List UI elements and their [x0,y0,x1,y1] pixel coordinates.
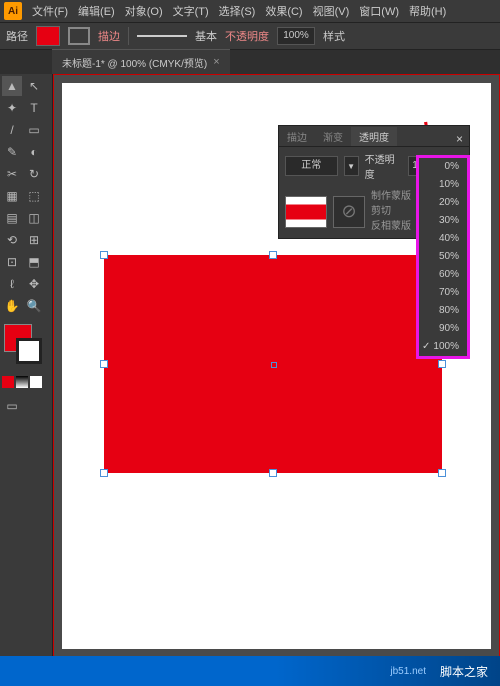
opacity-option[interactable]: 20% [419,194,467,212]
tool-2[interactable]: ✦ [2,98,22,118]
document-tabs: 未标题-1* @ 100% (CMYK/预览) × [0,50,500,74]
tab-gradient[interactable]: 渐变 [315,127,351,146]
opacity-field[interactable]: 100% [277,27,315,45]
handle-bl[interactable] [100,469,108,477]
footer-site: jb51.net [390,666,426,677]
tool-18[interactable]: ℓ [2,274,22,294]
document-tab[interactable]: 未标题-1* @ 100% (CMYK/预览) × [52,49,230,74]
panel-tabs: 描边 渐变 透明度 × [279,126,469,147]
panel-close-icon[interactable]: × [450,132,469,146]
handle-ml[interactable] [100,360,108,368]
fill-stroke-control[interactable] [2,324,46,368]
menu-file[interactable]: 文件(F) [28,1,72,21]
app-logo: Ai [4,2,22,20]
handle-tl[interactable] [100,251,108,259]
menu-bar: Ai 文件(F) 编辑(E) 对象(O) 文字(T) 选择(S) 效果(C) 视… [0,0,500,23]
opacity-option[interactable]: 100% [419,338,467,356]
opacity-option[interactable]: 50% [419,248,467,266]
stroke-color[interactable] [16,338,42,364]
handle-tc[interactable] [269,251,277,259]
no-mask-icon: ⊘ [333,196,365,228]
tool-17[interactable]: ⬒ [24,252,44,272]
make-mask-button[interactable]: 制作蒙版 [371,189,411,204]
stroke-preview[interactable] [137,35,187,37]
blend-dropdown-icon[interactable]: ▼ [344,156,359,176]
color-mode-row [2,376,46,388]
opacity-option[interactable]: 80% [419,302,467,320]
menu-edit[interactable]: 编辑(E) [74,1,119,21]
panel-opacity-label: 不透明度 [365,151,402,181]
tool-19[interactable]: ✥ [24,274,44,294]
tab-transparency[interactable]: 透明度 [351,127,397,146]
center-mark [271,362,277,368]
screen-mode-icon[interactable]: ▭ [2,396,22,416]
tab-stroke[interactable]: 描边 [279,127,315,146]
clip-checkbox[interactable]: 剪切 [371,204,411,219]
opacity-option[interactable]: 0% [419,158,467,176]
toolbox: ▲↖✦T/▭✎◐✂↻▦⬚▤◫⟲⊞⊡⬒ℓ✥✋🔍 ▭ [0,74,53,658]
handle-bc[interactable] [269,469,277,477]
fill-swatch[interactable] [36,26,60,46]
tool-3[interactable]: T [24,98,44,118]
invert-checkbox[interactable]: 反相蒙版 [371,219,411,234]
tool-10[interactable]: ▦ [2,186,22,206]
document-tab-label: 未标题-1* @ 100% (CMYK/预览) [62,55,207,70]
none-mode-icon[interactable] [30,376,42,388]
opacity-option[interactable]: 30% [419,212,467,230]
menu-effect[interactable]: 效果(C) [261,1,306,21]
tool-20[interactable]: ✋ [2,296,22,316]
opacity-option[interactable]: 70% [419,284,467,302]
tool-0[interactable]: ▲ [2,76,22,96]
handle-br[interactable] [438,469,446,477]
tool-5[interactable]: ▭ [24,120,44,140]
tool-16[interactable]: ⊡ [2,252,22,272]
menu-type[interactable]: 文字(T) [169,1,213,21]
tool-8[interactable]: ✂ [2,164,22,184]
stroke-label: 描边 [98,28,120,44]
selected-rectangle[interactable] [104,255,442,473]
gradient-mode-icon[interactable] [16,376,28,388]
style-label: 样式 [323,28,345,44]
tool-6[interactable]: ✎ [2,142,22,162]
stroke-swatch[interactable] [68,27,90,45]
handle-mr[interactable] [438,360,446,368]
menu-window[interactable]: 窗口(W) [355,1,403,21]
tool-11[interactable]: ⬚ [24,186,44,206]
opacity-label: 不透明度 [225,28,269,44]
menu-view[interactable]: 视图(V) [309,1,354,21]
tool-12[interactable]: ▤ [2,208,22,228]
tool-4[interactable]: / [2,120,22,140]
mask-options: 制作蒙版 剪切 反相蒙版 [371,189,411,234]
options-bar: 路径 描边 基本 不透明度 100% 样式 [0,23,500,50]
path-label: 路径 [6,28,28,44]
opacity-option[interactable]: 60% [419,266,467,284]
tool-9[interactable]: ↻ [24,164,44,184]
tool-13[interactable]: ◫ [24,208,44,228]
opacity-option[interactable]: 90% [419,320,467,338]
tab-close-icon[interactable]: × [213,56,219,68]
tool-21[interactable]: 🔍 [24,296,44,316]
tool-14[interactable]: ⟲ [2,230,22,250]
basic-label: 基本 [195,28,217,44]
tool-1[interactable]: ↖ [24,76,44,96]
blend-mode-select[interactable]: 正常 [285,156,338,176]
menu-select[interactable]: 选择(S) [215,1,260,21]
footer-brand: 脚本之家 [440,663,488,680]
opacity-option[interactable]: 40% [419,230,467,248]
tool-7[interactable]: ◐ [24,142,44,162]
footer: jb51.net 脚本之家 [0,656,500,686]
separator [128,27,129,45]
menu-object[interactable]: 对象(O) [121,1,167,21]
menu-help[interactable]: 帮助(H) [405,1,450,21]
tool-15[interactable]: ⊞ [24,230,44,250]
color-mode-icon[interactable] [2,376,14,388]
opacity-dropdown: 0%10%20%30%40%50%60%70%80%90%100% [416,155,470,359]
opacity-option[interactable]: 10% [419,176,467,194]
mask-preview[interactable] [285,196,327,228]
